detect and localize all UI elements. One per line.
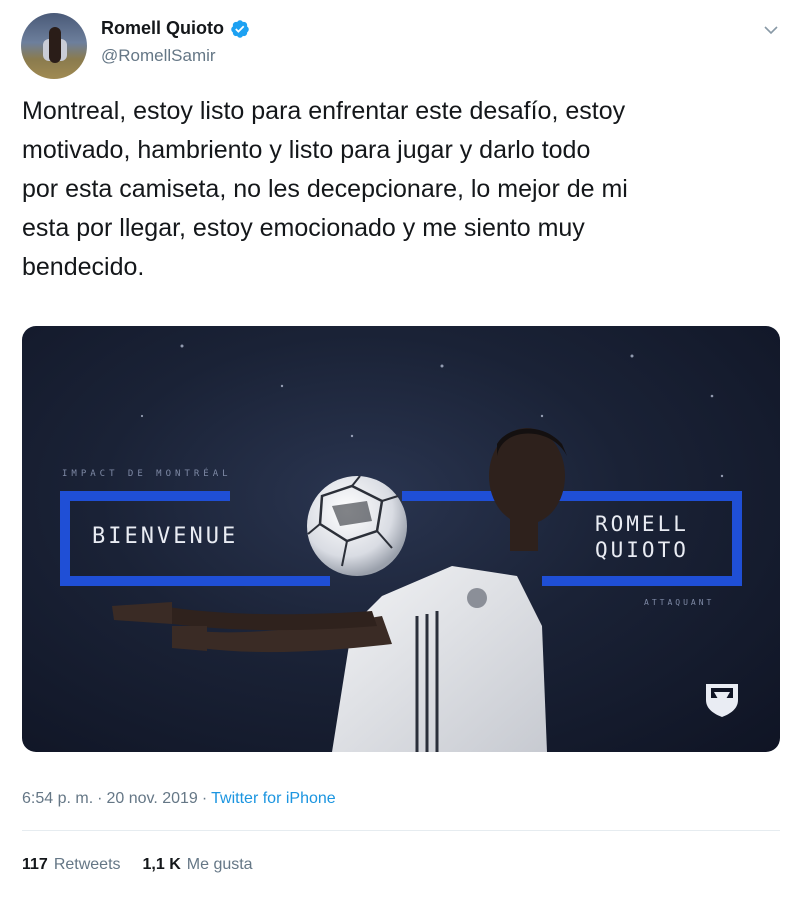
retweets-stat[interactable]: 117 Retweets — [22, 856, 121, 874]
divider — [22, 830, 780, 831]
avatar[interactable] — [21, 13, 87, 79]
likes-label: Me gusta — [186, 856, 253, 873]
media-position-caption: ATTAQUANT — [644, 598, 715, 607]
author-handle[interactable]: @RomellSamir — [101, 46, 216, 66]
retweets-label: Retweets — [53, 856, 121, 873]
verified-badge-icon — [231, 19, 249, 38]
tweet-stats: 117 Retweets 1,1 K Me gusta — [22, 856, 253, 874]
media-caption-club: IMPACT DE MONTRÉAL — [62, 469, 232, 479]
meta-separator-2: · — [201, 790, 208, 807]
meta-separator: · — [97, 790, 103, 807]
author-row: Romell Quioto — [101, 18, 250, 39]
tweet-date[interactable]: 20 nov. 2019 — [106, 790, 197, 808]
likes-stat[interactable]: 1,1 K Me gusta — [143, 856, 253, 874]
tweet-meta: 6:54 p. m. · 20 nov. 2019 · Twitter for … — [22, 790, 336, 808]
tweet-text: Montreal, estoy listo para enfrentar est… — [22, 97, 628, 281]
tweet-time[interactable]: 6:54 p. m. — [22, 790, 93, 808]
media-welcome-text: BIENVENUE — [92, 524, 239, 549]
retweets-count: 117 — [22, 856, 48, 873]
likes-count: 1,1 K — [142, 856, 181, 873]
tweet-media-image[interactable]: IMPACT DE MONTRÉAL BIENVENUE ROMELL QUIO… — [22, 326, 780, 752]
chevron-down-icon[interactable] — [763, 22, 779, 38]
club-crest-icon — [706, 684, 738, 717]
media-player-name: ROMELL QUIOTO — [595, 512, 689, 562]
tweet-header: Romell Quioto @RomellSamir — [0, 0, 801, 90]
author-name[interactable]: Romell Quioto — [101, 18, 224, 39]
tweet-source-link[interactable]: Twitter for iPhone — [211, 790, 336, 808]
